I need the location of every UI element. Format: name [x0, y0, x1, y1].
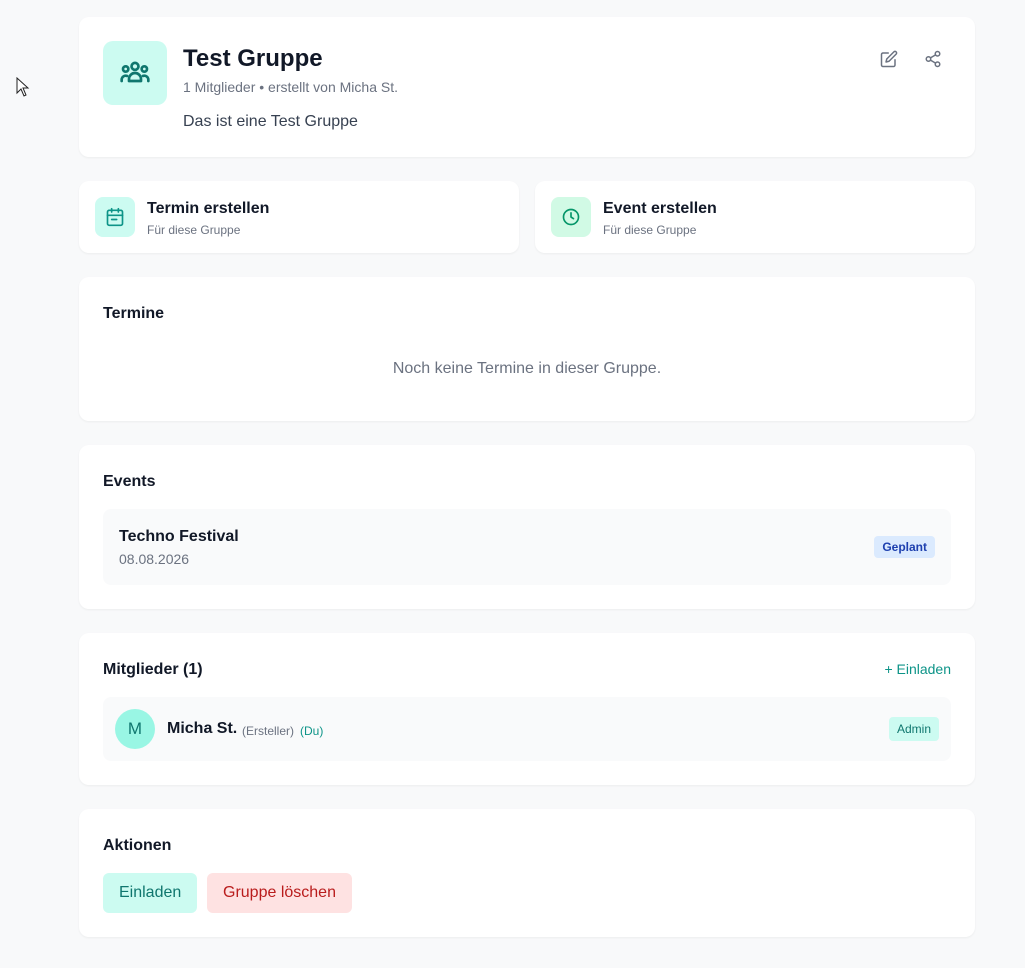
group-description: Das ist eine Test Gruppe: [183, 113, 358, 130]
section-title: Termine: [103, 305, 165, 322]
edit-group-button[interactable]: [877, 47, 901, 71]
invite-button[interactable]: Einladen: [103, 873, 198, 913]
event-date: 08.08.2026: [119, 551, 190, 567]
quick-icon-box: [551, 197, 591, 237]
mouse-cursor-icon: [16, 77, 30, 97]
quick-title: Event erstellen: [603, 200, 717, 217]
you-tag: (Du): [300, 724, 324, 738]
quick-icon-box: [95, 197, 135, 237]
event-name: Techno Festival: [119, 528, 239, 545]
create-event-card[interactable]: Event erstellen Für diese Gruppe: [535, 181, 975, 253]
status-badge: Geplant: [874, 536, 935, 558]
share-group-button[interactable]: [921, 47, 945, 71]
invite-member-link[interactable]: + Einladen: [884, 661, 951, 677]
section-title: Events: [103, 473, 156, 490]
page-content: Test Gruppe 1 Mitglieder • erstellt von …: [79, 17, 975, 937]
create-appointment-card[interactable]: Termin erstellen Für diese Gruppe: [79, 181, 519, 253]
section-title: Mitglieder (1): [103, 661, 203, 678]
avatar: M: [115, 709, 155, 749]
event-list-item[interactable]: Techno Festival 08.08.2026 Geplant: [103, 509, 951, 585]
creator-tag: (Ersteller): [242, 724, 295, 738]
members-section: Mitglieder (1) + Einladen M Micha St. (E…: [79, 633, 975, 785]
member-name: Micha St.: [167, 720, 238, 737]
quick-subtitle: Für diese Gruppe: [603, 223, 697, 237]
group-header-card: Test Gruppe 1 Mitglieder • erstellt von …: [79, 17, 975, 157]
quick-subtitle: Für diese Gruppe: [147, 223, 241, 237]
share-icon: [925, 50, 941, 68]
calendar-icon: [106, 207, 124, 227]
quick-title: Termin erstellen: [147, 200, 270, 217]
actions-section: Aktionen Einladen Gruppe löschen: [79, 809, 975, 937]
users-group-icon: [120, 61, 150, 83]
member-list-item: M Micha St. (Ersteller) (Du) Admin: [103, 697, 951, 761]
edit-icon: [880, 50, 898, 68]
role-badge: Admin: [888, 717, 939, 741]
empty-state-text: Noch keine Termine in dieser Gruppe.: [392, 360, 662, 377]
group-title: Test Gruppe: [183, 45, 323, 72]
quick-actions: Termin erstellen Für diese Gruppe Event …: [79, 181, 975, 253]
group-avatar: [103, 41, 167, 105]
delete-group-button[interactable]: Gruppe löschen: [207, 873, 352, 913]
appointments-section: Termine Noch keine Termine in dieser Gru…: [79, 277, 975, 421]
events-section: Events Techno Festival 08.08.2026 Geplan…: [79, 445, 975, 609]
clock-icon: [562, 208, 580, 226]
section-title: Aktionen: [103, 837, 172, 854]
group-meta: 1 Mitglieder • erstellt von Micha St.: [183, 79, 398, 95]
